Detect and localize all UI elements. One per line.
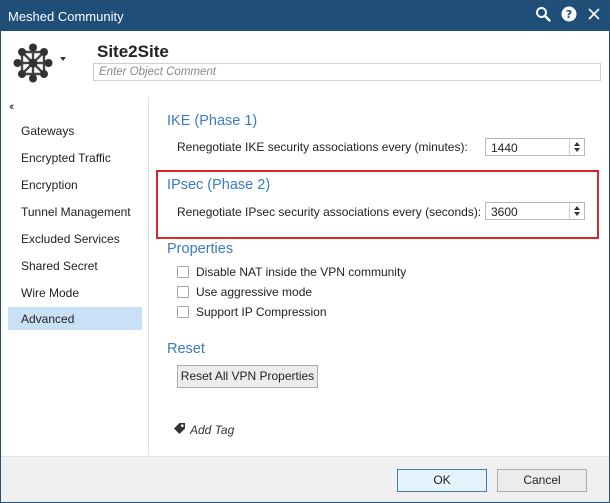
title-bar: Meshed Community ? [1,1,609,31]
ipsec-renegotiate-label: Renegotiate IPsec security associations … [177,205,482,219]
spin-up-icon[interactable] [574,206,580,210]
collapse-sidebar-icon[interactable]: ‹‹ [9,101,15,113]
ike-section-title: IKE (Phase 1) [167,113,258,129]
help-icon[interactable]: ? [561,6,577,22]
ipsec-seconds-value[interactable]: 3600 [491,205,518,219]
aggressive-mode-label: Use aggressive mode [196,285,313,299]
ok-button[interactable]: OK [397,469,487,492]
object-header: Site2Site Enter Object Comment [1,31,609,88]
ipsec-seconds-spinner[interactable]: 3600 [485,202,585,220]
dialog-footer: OK Cancel [1,457,609,502]
dialog-window: Meshed Community ? Site2Site Enter Objec… [0,0,610,503]
spinner-buttons[interactable] [569,139,584,155]
sidebar-item-tunnel-management[interactable]: Tunnel Management [8,200,142,223]
sidebar-item-shared-secret[interactable]: Shared Secret [8,254,142,277]
sidebar-item-excluded-services[interactable]: Excluded Services [8,227,142,250]
spin-down-icon[interactable] [574,148,580,152]
cancel-button[interactable]: Cancel [497,469,587,492]
ip-compression-label: Support IP Compression [196,305,327,319]
sidebar-item-encryption[interactable]: Encryption [8,173,142,196]
reset-all-vpn-properties-button[interactable]: Reset All VPN Properties [177,365,318,388]
object-name[interactable]: Site2Site [97,42,169,62]
ike-minutes-value[interactable]: 1440 [491,141,518,155]
disable-nat-label: Disable NAT inside the VPN community [196,265,407,279]
sidebar-item-wire-mode[interactable]: Wire Mode [8,281,142,304]
ipsec-section-title: IPsec (Phase 2) [167,177,271,193]
disable-nat-checkbox[interactable] [177,266,189,278]
sidebar-item-encrypted-traffic[interactable]: Encrypted Traffic [8,146,142,169]
tag-icon[interactable] [173,422,186,438]
reset-section-title: Reset [167,341,205,357]
window-title: Meshed Community [8,9,124,24]
spin-up-icon[interactable] [574,142,580,146]
add-tag-link[interactable]: Add Tag [190,423,234,437]
meshed-community-icon[interactable] [13,43,53,86]
properties-section-title: Properties [167,241,234,257]
sidebar-divider [148,97,149,455]
icon-dropdown-arrow[interactable] [60,57,66,61]
sidebar-item-gateways[interactable]: Gateways [8,119,142,142]
ike-minutes-spinner[interactable]: 1440 [485,138,585,156]
object-comment-input[interactable]: Enter Object Comment [93,63,601,81]
spin-down-icon[interactable] [574,212,580,216]
ike-renegotiate-label: Renegotiate IKE security associations ev… [177,140,468,154]
ip-compression-checkbox[interactable] [177,306,189,318]
svg-text:?: ? [566,8,572,21]
search-icon[interactable] [535,6,551,22]
spinner-buttons[interactable] [569,203,584,219]
sidebar: ‹‹ Gateways Encrypted Traffic Encryption… [1,97,148,455]
aggressive-mode-checkbox[interactable] [177,286,189,298]
close-icon[interactable] [587,7,601,21]
sidebar-item-advanced[interactable]: Advanced [8,307,142,330]
title-bar-icons: ? [535,6,601,22]
